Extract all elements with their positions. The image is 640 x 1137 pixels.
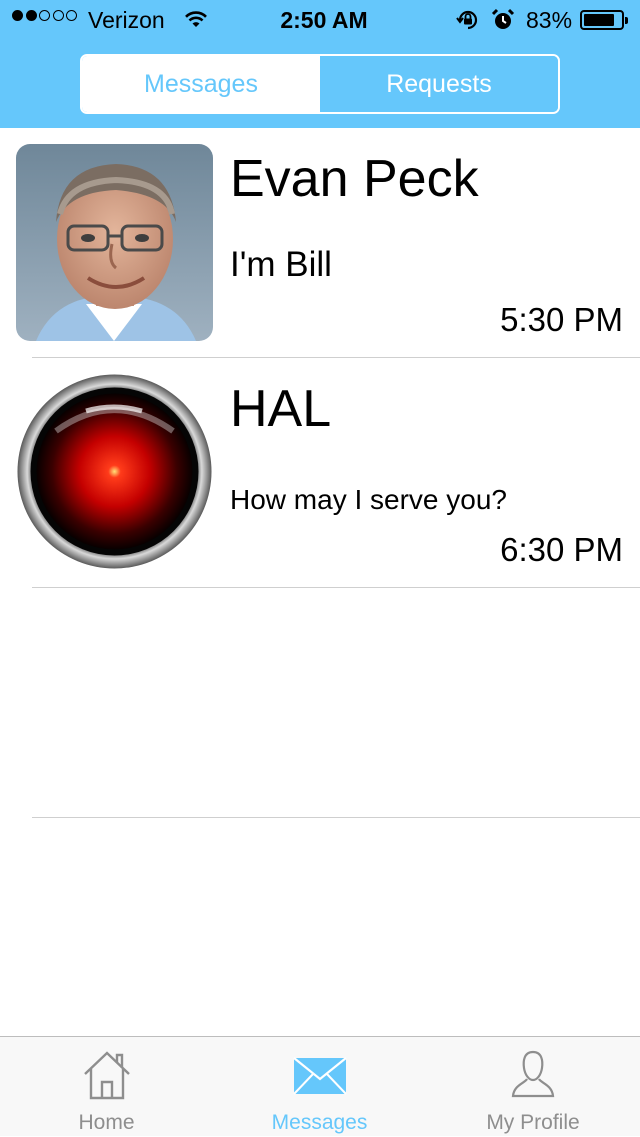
orientation-lock-icon (456, 10, 478, 30)
battery-terminal (625, 17, 628, 24)
user-profile-icon (511, 1050, 555, 1098)
row-separator (32, 587, 640, 588)
avatar (16, 373, 213, 570)
tab-home[interactable]: Home (0, 1037, 213, 1137)
status-bar: Verizon 2:50 AM 83% (0, 0, 640, 40)
row-separator (32, 817, 640, 818)
conversation-preview: I'm Bill (230, 245, 332, 284)
segment-requests[interactable]: Requests (320, 56, 558, 112)
battery-percentage: 83% (526, 7, 573, 33)
tab-messages[interactable]: Messages (213, 1037, 426, 1137)
conversation-preview: How may I serve you? (230, 484, 507, 515)
messages-requests-segmented-control: Messages Requests (80, 54, 560, 114)
envelope-icon (292, 1057, 347, 1095)
conversation-time: 5:30 PM (500, 301, 623, 338)
tab-my-profile-label: My Profile (486, 1111, 580, 1134)
conversation-name: Evan Peck (230, 150, 479, 208)
navigation-header: Verizon 2:50 AM 83% Messages Requests (0, 0, 640, 128)
tab-home-label: Home (78, 1111, 135, 1134)
person-portrait-image (16, 144, 213, 341)
conversation-name: HAL (230, 380, 332, 438)
conversation-time: 6:30 PM (500, 531, 623, 568)
battery-level-fill (584, 14, 614, 26)
battery-icon (580, 10, 628, 30)
home-icon (83, 1051, 130, 1100)
tab-my-profile[interactable]: My Profile (426, 1037, 640, 1137)
tab-bar: Home Messages My Profile (0, 1036, 640, 1136)
segment-messages[interactable]: Messages (82, 56, 320, 112)
alarm-clock-icon (491, 8, 515, 29)
avatar (16, 144, 213, 341)
tab-messages-label: Messages (271, 1111, 368, 1134)
hal-eye-image (17, 374, 212, 569)
